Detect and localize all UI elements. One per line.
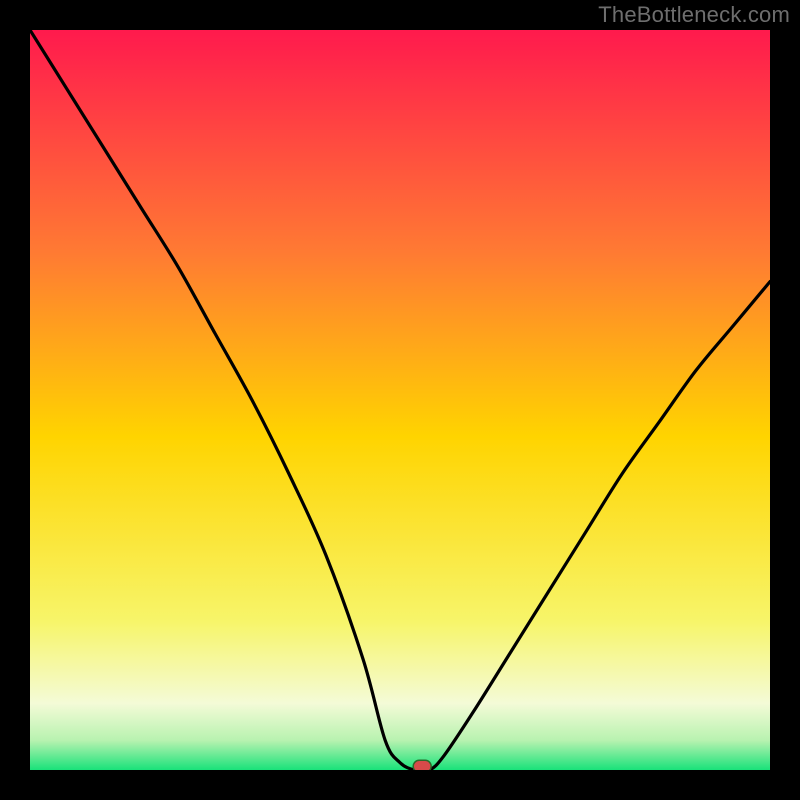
plot-area xyxy=(30,30,770,770)
bottleneck-chart xyxy=(30,30,770,770)
optimal-point-marker xyxy=(413,760,431,770)
watermark-text: TheBottleneck.com xyxy=(598,2,790,28)
chart-frame: TheBottleneck.com xyxy=(0,0,800,800)
gradient-background xyxy=(30,30,770,770)
